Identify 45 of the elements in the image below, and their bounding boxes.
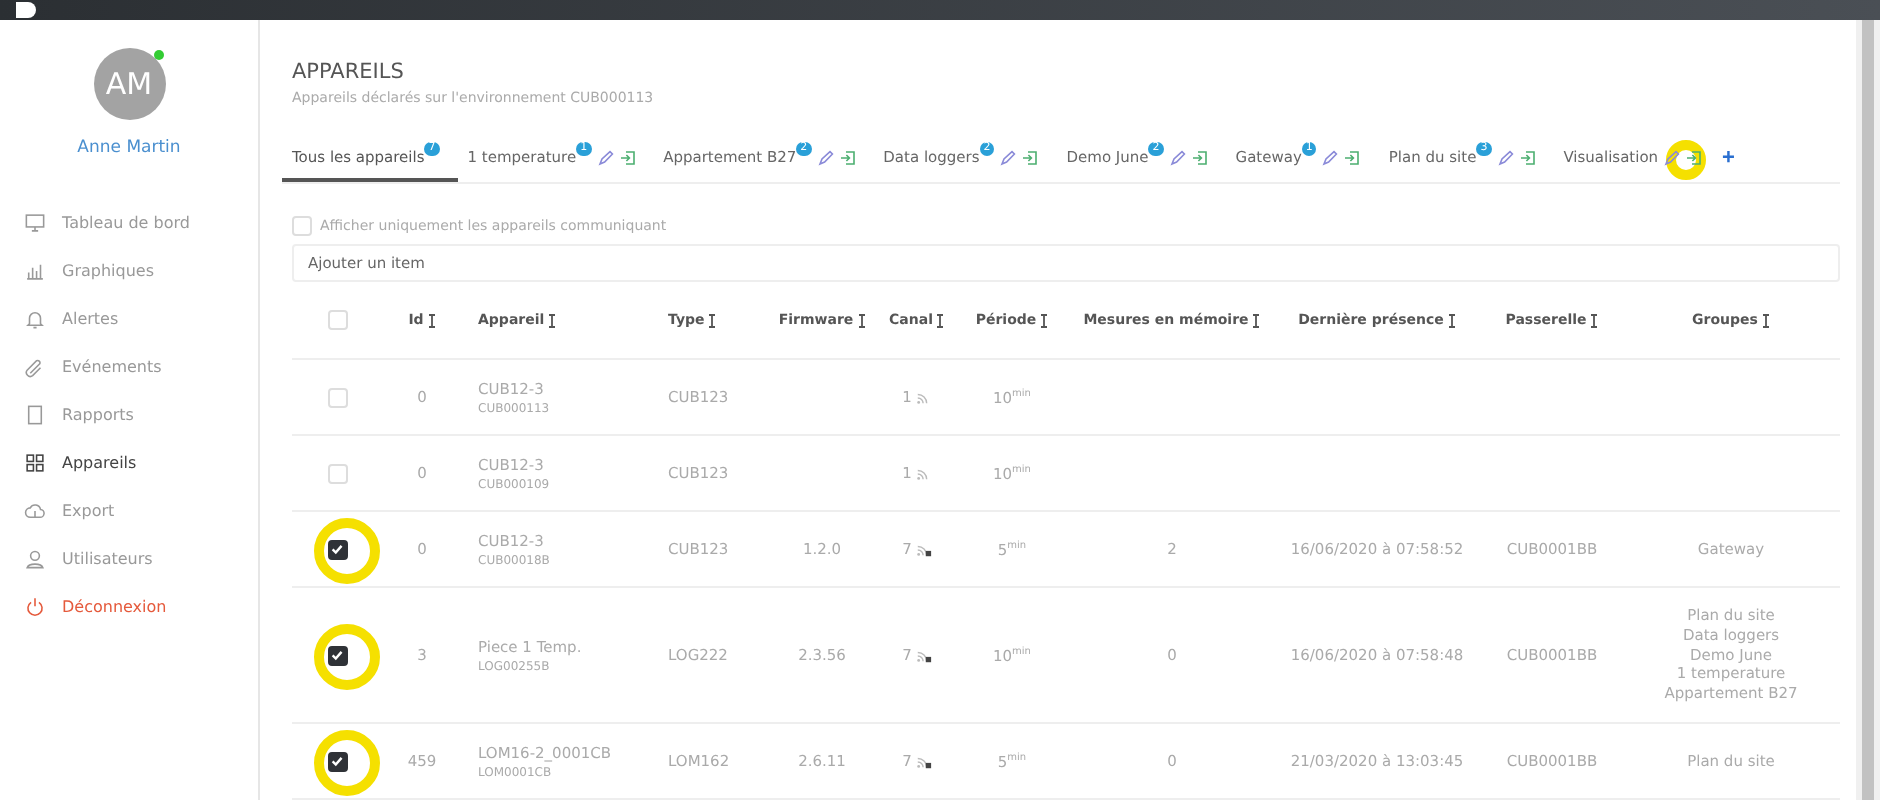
sidebar-item[interactable]: Déconnexion <box>0 582 258 630</box>
pencil-icon[interactable] <box>597 149 614 166</box>
enter-icon[interactable] <box>839 149 856 166</box>
pencil-icon[interactable] <box>1664 149 1681 166</box>
sort-icon[interactable] <box>857 313 866 327</box>
sidebar-item[interactable]: Appareils <box>0 438 258 486</box>
row-checkbox[interactable] <box>327 539 347 559</box>
sort-icon[interactable] <box>936 313 945 327</box>
row-checkbox[interactable] <box>327 751 347 771</box>
sort-icon[interactable] <box>427 313 436 327</box>
avatar: AM <box>93 48 165 120</box>
enter-icon[interactable] <box>1022 149 1039 166</box>
filter-checkbox[interactable] <box>292 216 312 237</box>
bell-icon <box>24 307 46 329</box>
sort-icon[interactable] <box>1252 313 1261 327</box>
enter-icon[interactable] <box>1686 149 1703 166</box>
pencil-icon[interactable] <box>1000 149 1017 166</box>
page-title: APPAREILS <box>292 60 406 84</box>
sort-icon[interactable] <box>1761 313 1770 327</box>
select-all-checkbox[interactable] <box>327 310 347 330</box>
monitor-icon <box>24 211 46 233</box>
pencil-icon[interactable] <box>1169 149 1186 166</box>
sort-icon[interactable] <box>1040 313 1049 327</box>
grid-icon <box>24 451 46 473</box>
enter-icon[interactable] <box>619 149 636 166</box>
enter-icon[interactable] <box>1519 149 1536 166</box>
sort-icon[interactable] <box>1447 313 1456 327</box>
sort-icon[interactable] <box>708 313 717 327</box>
pencil-icon[interactable] <box>817 149 834 166</box>
pencil-icon[interactable] <box>1322 149 1339 166</box>
user-icon <box>24 547 46 569</box>
enter-icon[interactable] <box>1191 149 1208 166</box>
doc-icon <box>24 403 46 425</box>
pencil-icon[interactable] <box>1497 149 1514 166</box>
row-checkbox[interactable] <box>327 645 347 665</box>
chart-icon <box>24 259 46 281</box>
power-icon <box>24 595 46 617</box>
user-name: Anne Martin <box>75 138 183 158</box>
cloud-icon <box>24 499 46 521</box>
sort-icon[interactable] <box>1590 313 1599 327</box>
scrollbar-thumb[interactable] <box>1862 20 1874 800</box>
sort-icon[interactable] <box>548 313 557 327</box>
add-tab-button[interactable]: + <box>1714 146 1743 183</box>
enter-icon[interactable] <box>1344 149 1361 166</box>
clip-icon <box>24 355 46 377</box>
